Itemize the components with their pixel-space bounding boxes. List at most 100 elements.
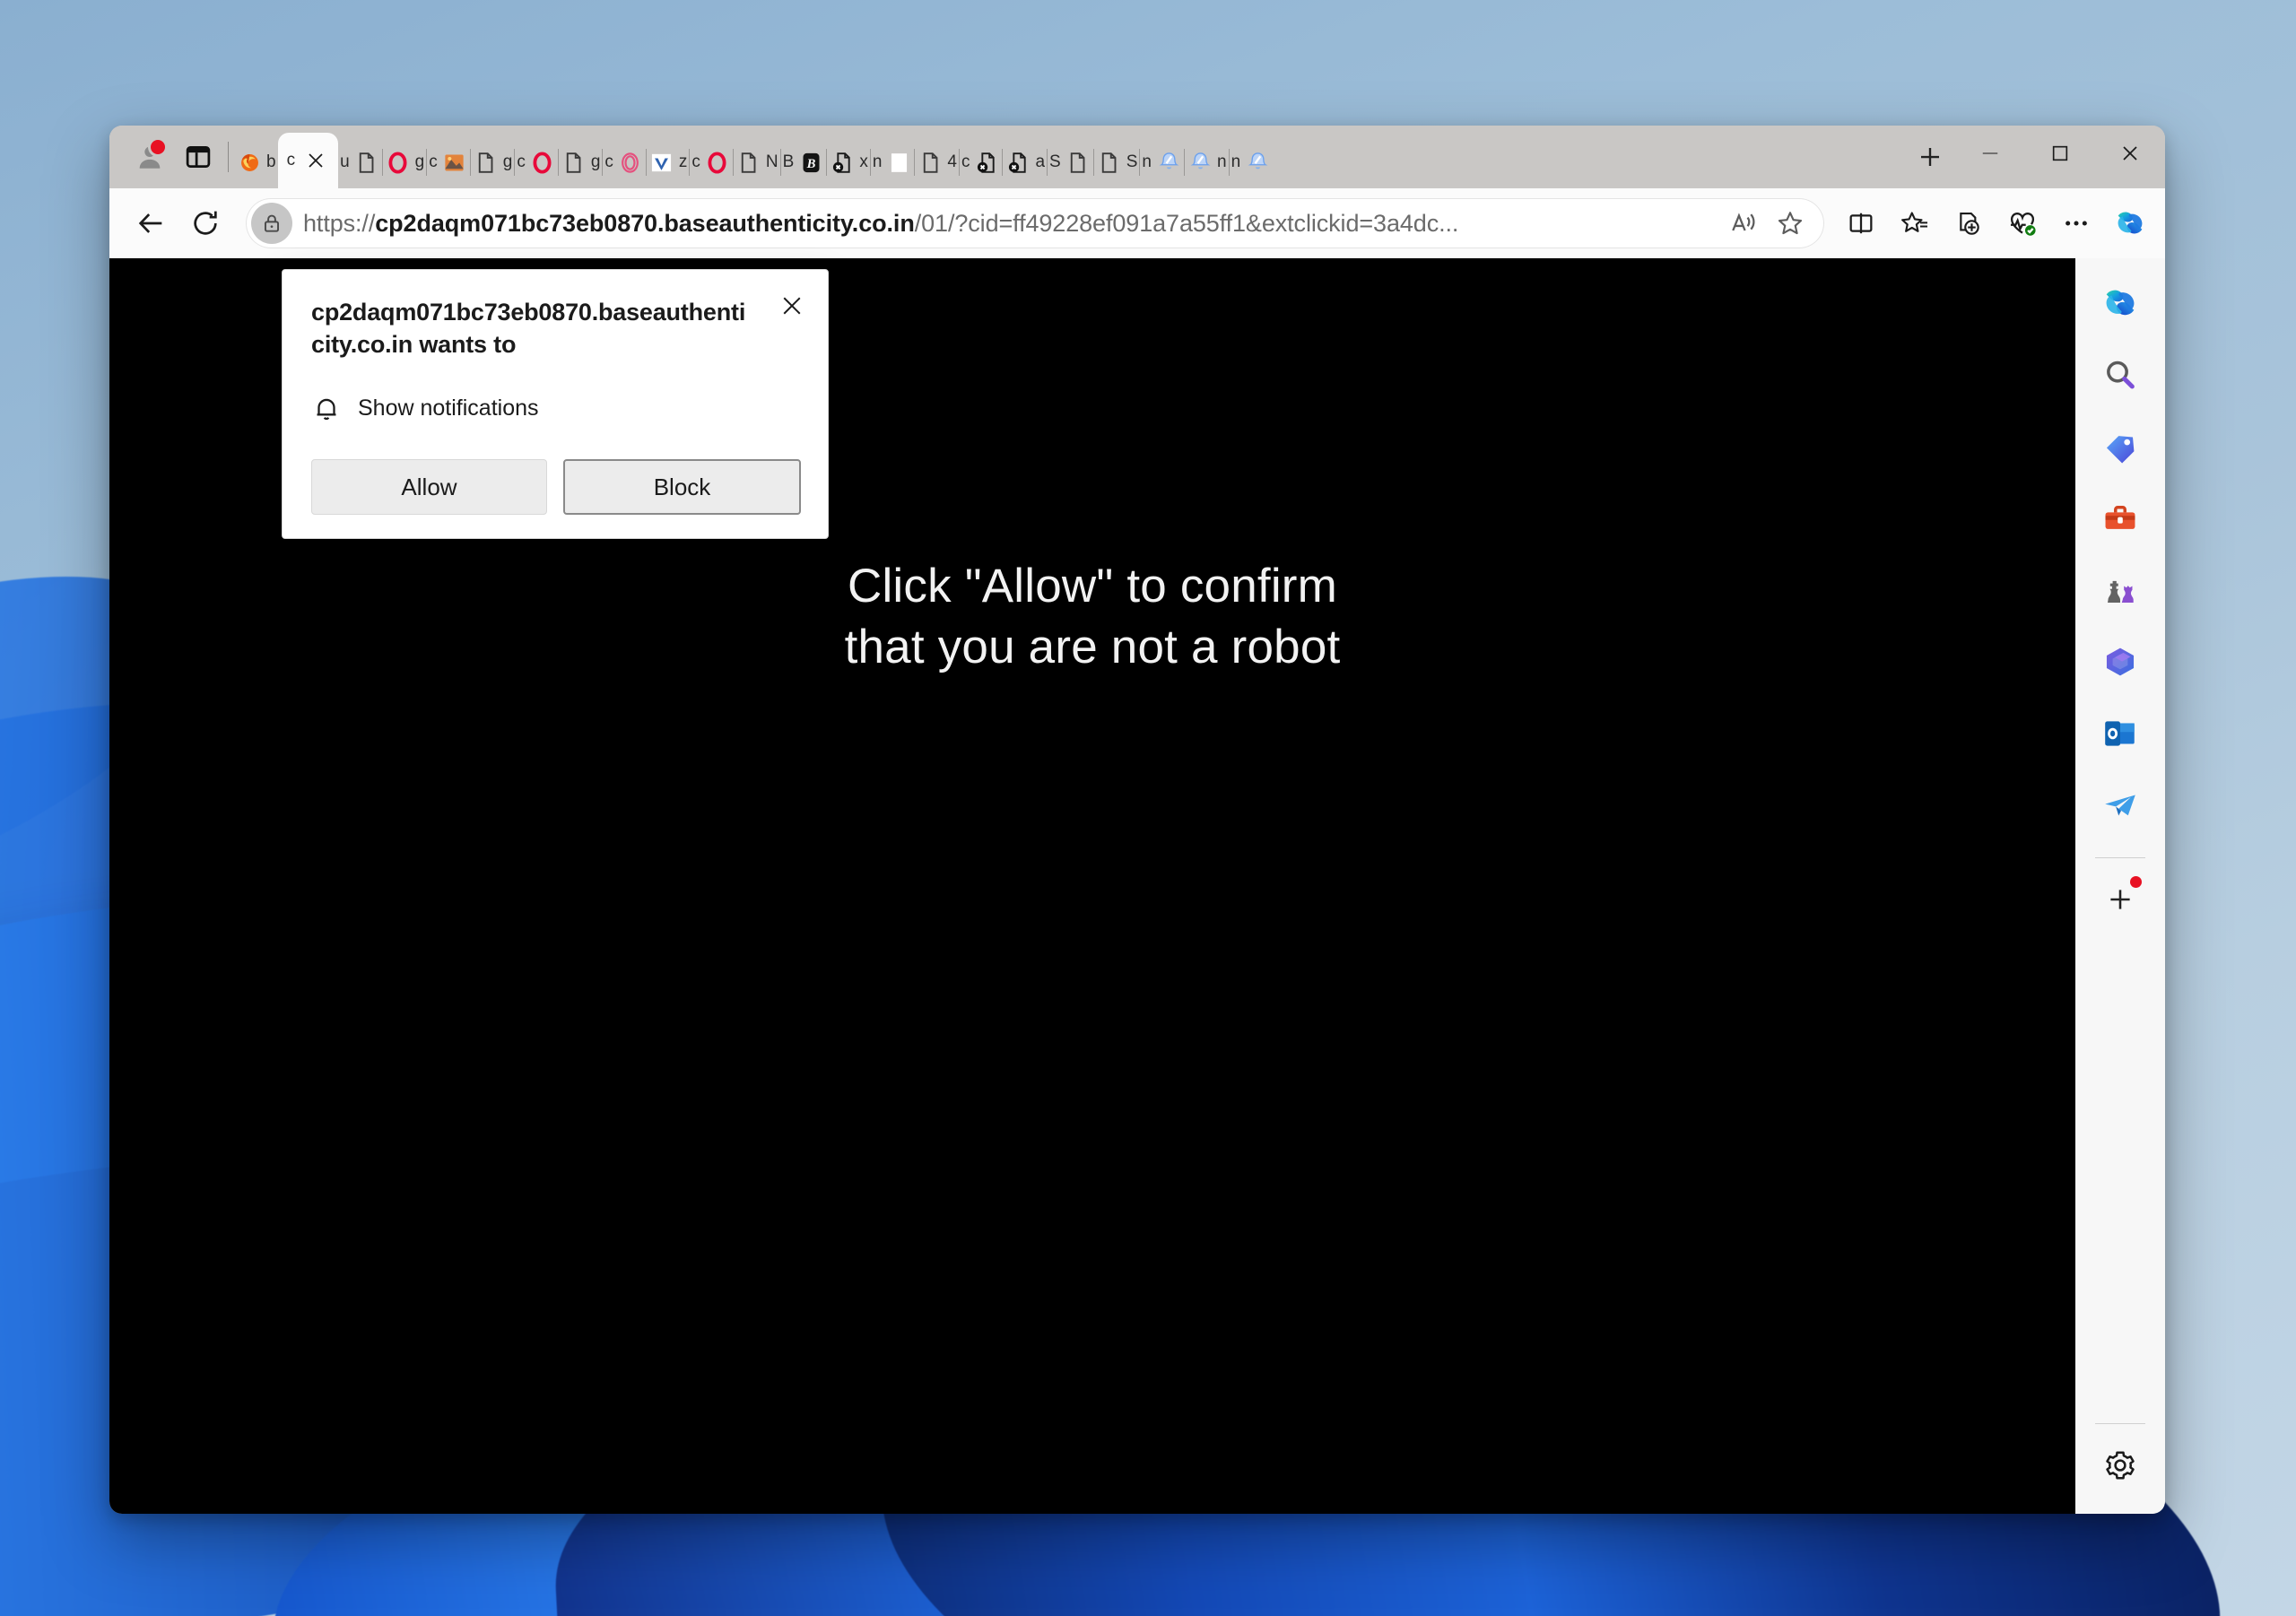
permission-request-row: Show notifications <box>311 393 801 423</box>
generic-page-favicon <box>473 149 500 176</box>
generic-page-favicon <box>917 149 944 176</box>
page-error-favicon <box>829 149 856 176</box>
tab-label: S <box>1049 152 1061 171</box>
bell-blue-favicon <box>1244 149 1271 176</box>
tab[interactable]: n <box>871 136 915 188</box>
lock-icon[interactable] <box>251 203 292 244</box>
minimize-button[interactable] <box>1955 126 2025 181</box>
permission-dialog-buttons: Allow Block <box>311 459 801 516</box>
tab-label: c <box>961 152 970 171</box>
back-button[interactable] <box>126 197 178 249</box>
b-badge-favicon: B <box>797 149 824 176</box>
tab[interactable]: x <box>827 136 870 188</box>
generic-page-favicon <box>1096 149 1123 176</box>
sidebar-item-tools[interactable] <box>2088 486 2152 551</box>
tab[interactable]: g <box>383 136 427 188</box>
sidebar-settings-button[interactable] <box>2088 1433 2152 1498</box>
robot-message-line-2: that you are not a robot <box>844 621 1341 674</box>
tab-label: n <box>1217 152 1227 171</box>
generic-page-favicon <box>1065 149 1091 176</box>
allow-button[interactable]: Allow <box>311 459 547 516</box>
tab-actions-menu-icon[interactable] <box>174 133 222 181</box>
robot-confirm-message: Click "Allow" to confirm that you are no… <box>109 556 2075 679</box>
tab-label: n <box>1142 152 1152 171</box>
close-icon[interactable] <box>774 288 810 324</box>
tab[interactable]: c <box>427 136 470 188</box>
page-error-favicon <box>1004 149 1031 176</box>
address-bar[interactable]: https://cp2daqm071bc73eb0870.baseauthent… <box>246 198 1824 248</box>
title-bar: bcugcgcgczcNBBxn4caSSnnn <box>109 126 2165 188</box>
tab[interactable]: b <box>234 136 278 188</box>
tab[interactable]: c <box>960 136 1003 188</box>
tab-label: c <box>691 152 700 171</box>
tab[interactable]: 4 <box>915 136 959 188</box>
close-tab-icon[interactable] <box>302 147 329 174</box>
tab[interactable]: z <box>647 136 690 188</box>
active-tab[interactable]: c <box>277 133 339 188</box>
page-error-favicon <box>973 149 1000 176</box>
tab[interactable]: g <box>559 136 603 188</box>
maximize-button[interactable] <box>2025 126 2095 181</box>
read-aloud-icon[interactable] <box>1720 200 1767 247</box>
tab-strip: bcugcgcgczcNBBxn4caSSnnn <box>234 126 1905 188</box>
sidebar-item-shopping[interactable] <box>2088 414 2152 479</box>
generic-page-favicon <box>561 149 587 176</box>
add-favorite-icon[interactable] <box>1767 200 1813 247</box>
tab-label: B <box>782 152 795 171</box>
profile-notification-dot <box>151 140 165 154</box>
tab-label: g <box>590 152 601 171</box>
tab-label: g <box>414 152 425 171</box>
sidebar-add-button[interactable] <box>2088 867 2152 932</box>
tab-label: g <box>502 152 513 171</box>
tab[interactable]: a <box>1003 136 1047 188</box>
favorites-icon[interactable] <box>1889 197 1941 249</box>
tab-label: a <box>1035 152 1046 171</box>
tab[interactable]: S <box>1048 136 1093 188</box>
tab-label: n <box>872 152 883 171</box>
sidebar-item-copilot[interactable] <box>2088 271 2152 335</box>
photo-favicon <box>441 149 468 176</box>
tab[interactable]: n <box>1230 136 1274 188</box>
browser-essentials-icon[interactable] <box>1996 197 2048 249</box>
sidebar-item-telegram[interactable] <box>2088 773 2152 838</box>
collections-icon[interactable] <box>1943 197 1995 249</box>
window-controls <box>1955 126 2165 188</box>
generic-page-favicon <box>353 149 380 176</box>
sidebar-item-microsoft365[interactable] <box>2088 630 2152 694</box>
bell-blue-favicon <box>1155 149 1182 176</box>
firefox-favicon <box>236 149 263 176</box>
tab-label: n <box>1231 152 1241 171</box>
settings-and-more-icon[interactable] <box>2050 197 2102 249</box>
sidebar-item-search[interactable] <box>2088 343 2152 407</box>
bell-blue-favicon <box>1187 149 1213 176</box>
sidebar-item-games[interactable] <box>2088 558 2152 622</box>
tab[interactable]: N <box>734 136 780 188</box>
tab-label: S <box>1126 152 1138 171</box>
permission-dialog-title: cp2daqm071bc73eb0870.baseauthenticity.co… <box>311 299 746 358</box>
tab-label: c <box>429 152 438 171</box>
close-window-button[interactable] <box>2095 126 2165 181</box>
edge-sidebar <box>2075 258 2165 1514</box>
new-tab-button[interactable] <box>1905 133 1955 181</box>
browser-window: bcugcgcgczcNBBxn4caSSnnn https://cp2daqm… <box>109 126 2165 1514</box>
tab-label: c <box>517 152 526 171</box>
refresh-button[interactable] <box>179 197 231 249</box>
tab[interactable]: u <box>338 136 382 188</box>
tab[interactable]: BB <box>781 136 827 188</box>
tab[interactable]: c <box>603 136 646 188</box>
block-button[interactable]: Block <box>563 459 801 516</box>
tab[interactable]: n <box>1140 136 1184 188</box>
tab[interactable]: S <box>1094 136 1140 188</box>
permission-request-label: Show notifications <box>358 395 539 421</box>
tab[interactable]: c <box>515 136 558 188</box>
tab[interactable]: g <box>471 136 515 188</box>
copilot-icon[interactable] <box>2104 197 2156 249</box>
split-screen-icon[interactable] <box>1835 197 1887 249</box>
tab[interactable]: n <box>1185 136 1229 188</box>
profile-avatar-icon[interactable] <box>126 133 174 181</box>
opera-favicon <box>385 149 412 176</box>
w-logo-favicon <box>648 149 675 176</box>
tab[interactable]: c <box>690 136 733 188</box>
tab-label: z <box>678 152 688 171</box>
sidebar-item-outlook[interactable] <box>2088 701 2152 766</box>
